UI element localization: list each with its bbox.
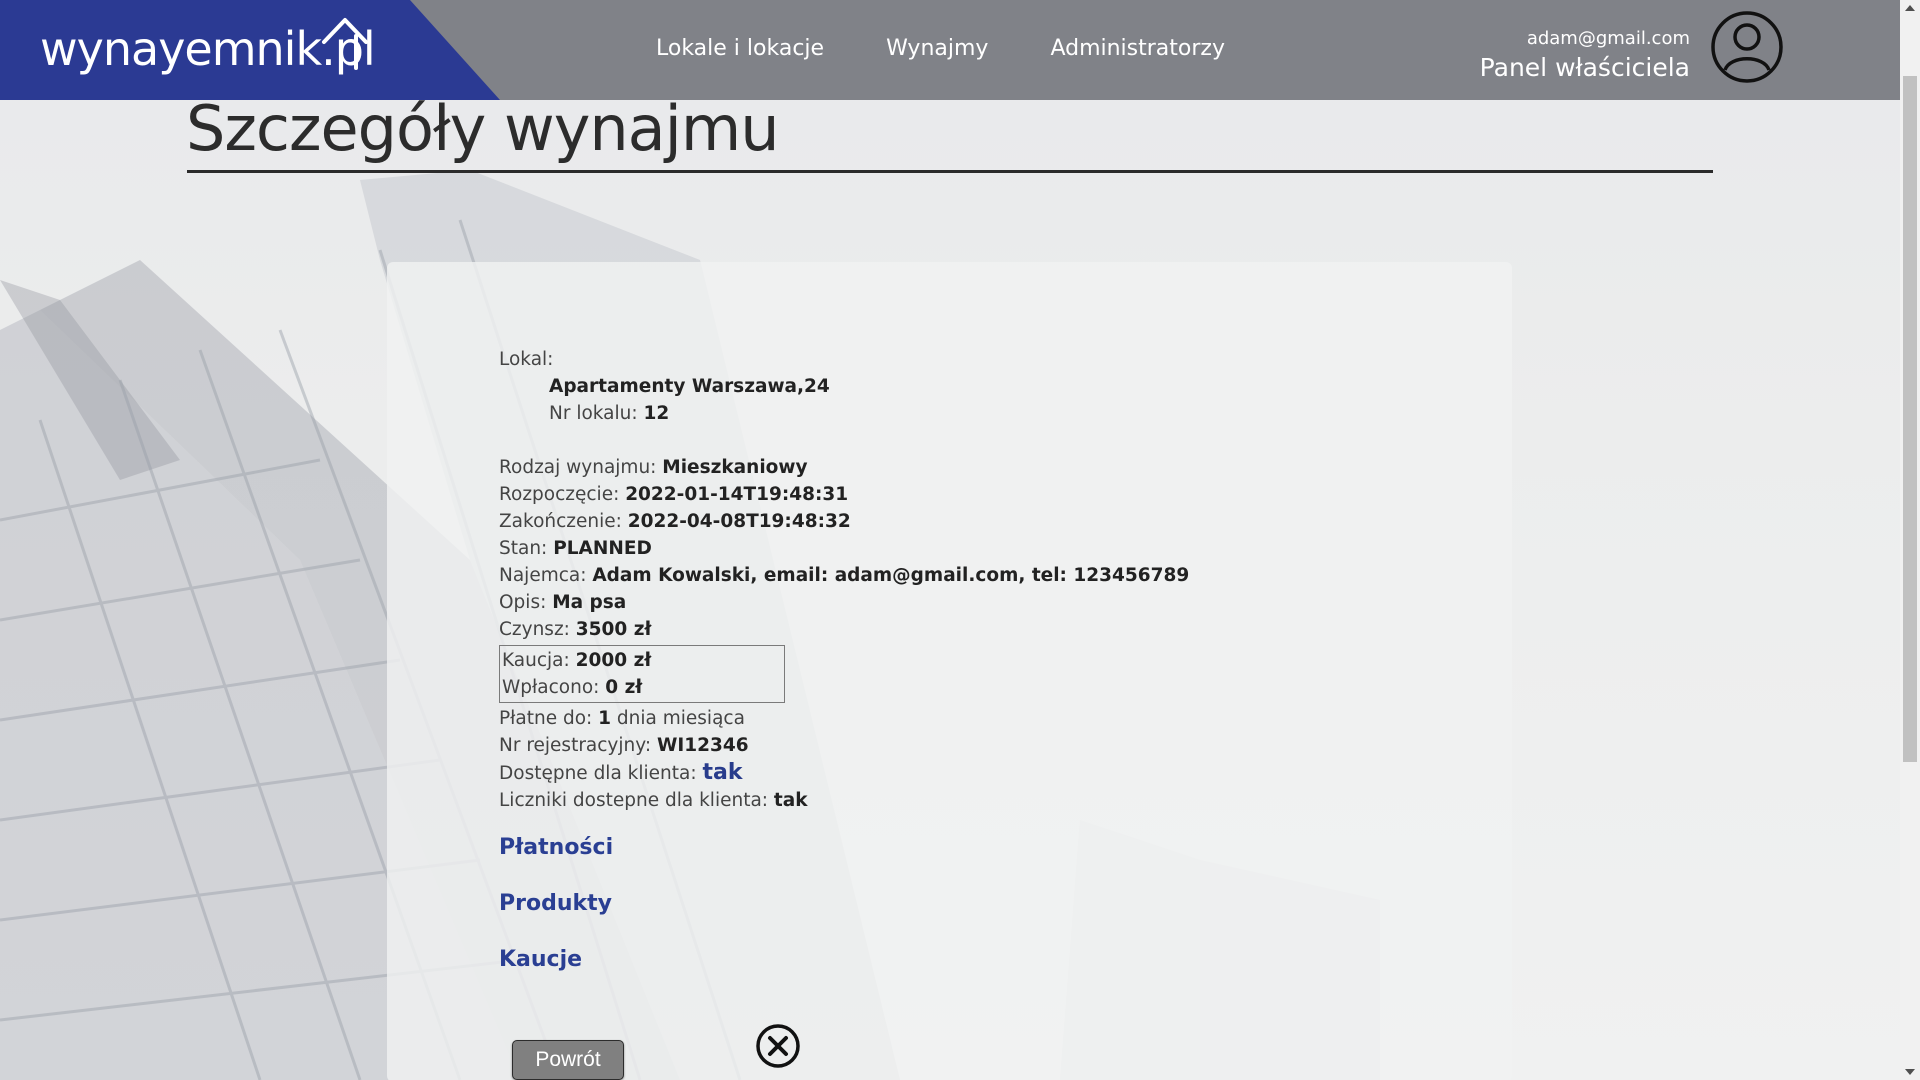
dostepne-dla-klienta: Dostępne dla klienta: tak (499, 760, 743, 785)
user-email: adam@gmail.com (1526, 28, 1690, 49)
scroll-down-icon[interactable] (1905, 1069, 1915, 1075)
nav-wynajmy[interactable]: Wynajmy (886, 36, 988, 61)
stan: Stan: PLANNED (499, 538, 652, 559)
house-icon (322, 18, 368, 70)
title-divider (187, 170, 1713, 173)
platnosci-link[interactable]: Płatności (499, 832, 1189, 863)
nav-lokale[interactable]: Lokale i lokacje (656, 36, 824, 61)
close-circle-icon[interactable] (755, 1023, 801, 1069)
liczniki-dostepne: Liczniki dostepne dla klienta: tak (499, 790, 808, 811)
dostepne-toggle-link[interactable]: tak (702, 760, 742, 785)
najemca: Najemca: Adam Kowalski, email: adam@gmai… (499, 565, 1190, 586)
platne-do: Płatne do: 1 dnia miesiąca (499, 708, 745, 729)
scrollbar[interactable] (1900, 0, 1920, 1080)
zakonczenie: Zakończenie: 2022-04-08T19:48:32 (499, 511, 851, 532)
lokal-name: Apartamenty Warszawa,24 (549, 376, 830, 397)
owner-panel-link[interactable]: Panel właściciela (1480, 53, 1690, 82)
opis: Opis: Ma psa (499, 592, 627, 613)
produkty-link[interactable]: Produkty (499, 888, 1189, 919)
lokal-label: Lokal: (499, 349, 554, 370)
page: wynayemnik.pl Lokale i lokacje Wynajmy A… (0, 0, 1920, 1080)
back-button[interactable]: Powrót (512, 1040, 624, 1080)
czynsz: Czynsz: 3500 zł (499, 619, 652, 640)
kaucja: Kaucja: 2000 zł (502, 650, 652, 671)
page-title: Szczegóły wynajmu (186, 92, 780, 165)
user-circle-icon[interactable] (1710, 10, 1784, 84)
scroll-thumb[interactable] (1903, 76, 1917, 762)
rozpoczecie: Rozpoczęcie: 2022-01-14T19:48:31 (499, 484, 849, 505)
kaucje-link[interactable]: Kaucje (499, 944, 1189, 975)
main-nav: Lokale i lokacje Wynajmy Administratorzy (656, 36, 1225, 61)
nr-lokalu: Nr lokalu: 12 (549, 403, 670, 424)
user-info: adam@gmail.com Panel właściciela (1480, 28, 1690, 82)
logo[interactable]: wynayemnik.pl (0, 0, 500, 100)
wplacono: Wpłacono: 0 zł (502, 677, 643, 698)
top-navbar: wynayemnik.pl Lokale i lokacje Wynajmy A… (0, 0, 1900, 100)
nr-rejestracyjny: Nr rejestracyjny: WI12346 (499, 735, 749, 756)
scroll-up-icon[interactable] (1905, 5, 1915, 11)
rental-details: Lokal: Apartamenty Warszawa,24 Nr lokalu… (499, 346, 1189, 975)
nav-administratorzy[interactable]: Administratorzy (1050, 36, 1225, 61)
deposit-box: Kaucja: 2000 zł Wpłacono: 0 zł (499, 645, 785, 703)
rodzaj-wynajmu: Rodzaj wynajmu: Mieszkaniowy (499, 457, 808, 478)
